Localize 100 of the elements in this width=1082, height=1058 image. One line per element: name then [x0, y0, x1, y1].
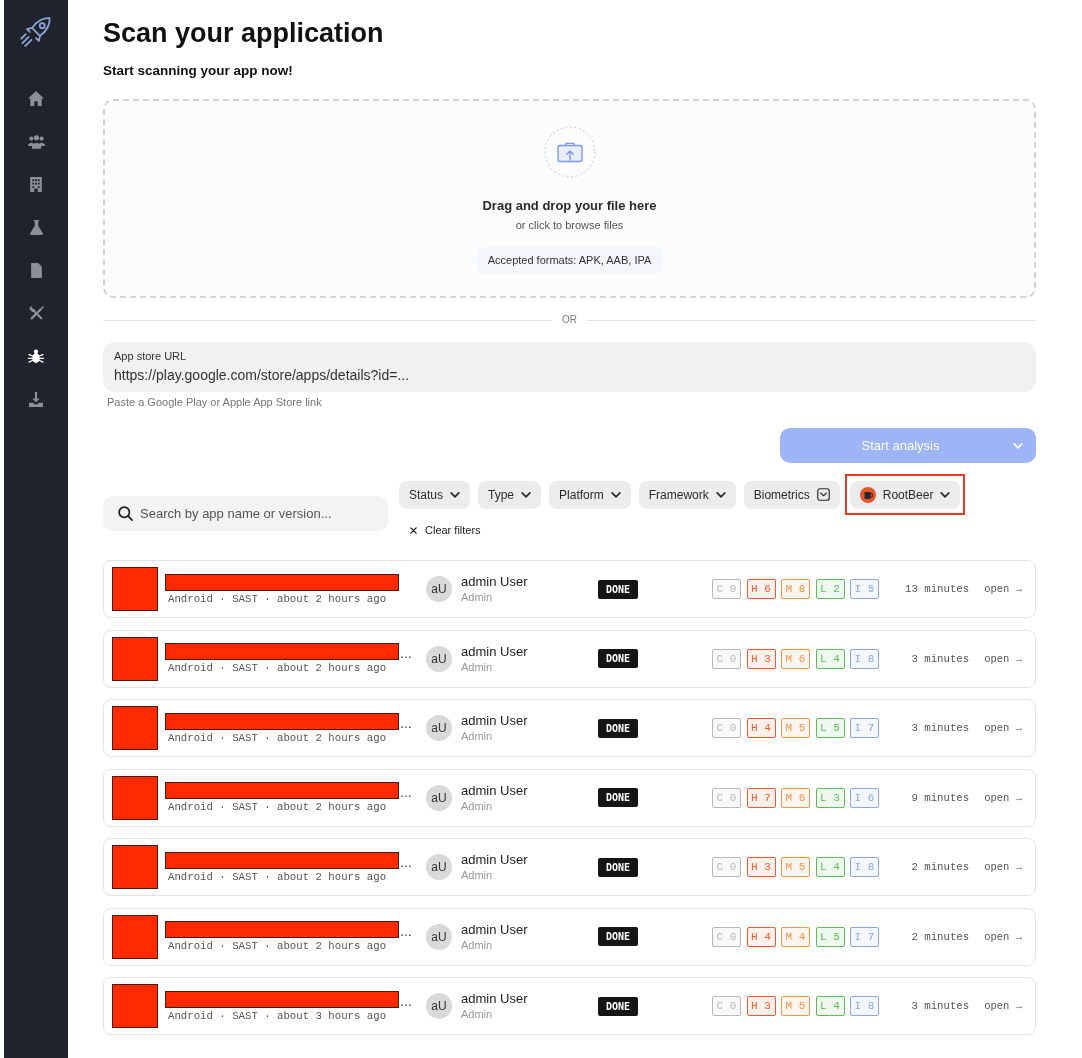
scan-duration: 3 minutes	[911, 1000, 970, 1012]
severity-badge: L 5	[815, 718, 845, 738]
scan-duration: 13 minutes	[905, 583, 970, 595]
flask-icon	[29, 220, 43, 235]
severity-badge: I 8	[850, 648, 879, 669]
accepted-formats-note: Accepted formats: APK, AAB, IPA	[476, 247, 663, 274]
filter-chip[interactable]: Biometrics	[743, 480, 840, 509]
severity-badge: I 6	[850, 787, 879, 808]
app-name-text: …	[400, 648, 412, 660]
filter-chip[interactable]: Platform	[549, 480, 631, 509]
open-link[interactable]: open →	[984, 652, 1022, 665]
severity-badge: H 3	[746, 648, 776, 669]
severity-badge: I 7	[850, 718, 879, 738]
logo-badge-icon	[859, 486, 876, 503]
user-name: admin User	[461, 643, 529, 660]
chevron-down-icon	[715, 491, 726, 498]
filter-chip[interactable]: Framework	[638, 480, 736, 509]
severity-badge: M 5	[781, 718, 810, 738]
user-avatar: aU	[426, 645, 452, 672]
user-avatar: aU	[426, 784, 452, 811]
redaction-block	[112, 845, 158, 889]
user-avatar: aU	[426, 715, 452, 741]
scan-meta: Android · SAST · about 3 hours ago	[167, 1008, 388, 1023]
severity-badge: L 4	[815, 996, 845, 1016]
open-link[interactable]: open →	[984, 1000, 1022, 1012]
scan-meta: Android · SAST · about 2 hours ago	[167, 661, 388, 675]
user-role: Admin	[461, 937, 494, 952]
file-dropzone[interactable]: Drag and drop your file here or click to browse files Accepted formats: APK, AAB, IPA	[103, 99, 1036, 298]
redaction-block	[112, 984, 158, 1028]
status-badge: DONE	[598, 788, 639, 807]
dropzone-subtitle: or click to browse files	[515, 218, 624, 233]
chevron-down-icon	[940, 491, 951, 498]
download-icon	[29, 392, 43, 407]
status-badge: DONE	[598, 857, 639, 877]
severity-badge: H 4	[746, 926, 776, 947]
user-role: Admin	[461, 868, 494, 882]
severity-badge: M 4	[781, 926, 810, 947]
user-avatar: aU	[426, 576, 452, 602]
scan-meta: Android · SAST · about 2 hours ago	[167, 800, 388, 814]
document-icon	[30, 263, 42, 278]
user-role: Admin	[461, 659, 494, 674]
severity-badge: M 5	[781, 996, 810, 1016]
scan-meta: Android · SAST · about 2 hours ago	[167, 939, 388, 953]
open-link[interactable]: open →	[984, 930, 1022, 943]
chevron-down-icon	[450, 491, 461, 498]
tools-icon	[28, 306, 44, 321]
severity-badge: H 6	[746, 579, 776, 599]
redaction-block	[112, 567, 158, 611]
app-name-text: …	[400, 995, 412, 1008]
user-name: admin User	[461, 782, 529, 799]
building-icon	[30, 177, 42, 192]
app-name-text: …	[400, 717, 412, 730]
user-name: admin User	[461, 852, 529, 868]
scan-duration: 2 minutes	[911, 930, 970, 943]
filter-chip[interactable]: RootBeer	[849, 480, 961, 509]
user-avatar: aU	[426, 854, 452, 880]
scan-duration: 3 minutes	[911, 722, 970, 734]
redaction-block	[112, 706, 158, 750]
severity-badge: M 5	[781, 857, 810, 877]
scan-meta: Android · SAST · about 2 hours ago	[167, 730, 388, 745]
severity-badge: M 6	[781, 787, 810, 808]
open-link[interactable]: open →	[984, 722, 1022, 734]
status-badge: DONE	[598, 649, 639, 668]
severity-badge: H 7	[746, 787, 776, 808]
scan-duration: 2 minutes	[911, 861, 970, 873]
field-hint: Paste a Google Play or Apple App Store link	[106, 395, 323, 409]
chevron-down-icon	[521, 491, 532, 498]
user-role: Admin	[461, 798, 494, 813]
severity-badge: I 7	[850, 926, 879, 947]
redaction-block	[112, 914, 158, 959]
filter-chip[interactable]: Type	[478, 480, 542, 509]
user-name: admin User	[461, 574, 529, 590]
chevron-down-icon	[610, 491, 621, 498]
user-avatar: aU	[426, 993, 452, 1019]
page-title: Scan your application	[103, 17, 385, 50]
clear-filters-button[interactable]: Clear filters	[399, 523, 481, 537]
severity-badge: L 5	[815, 926, 845, 947]
users-icon	[27, 134, 45, 149]
status-badge: DONE	[598, 718, 639, 738]
filter-chip[interactable]: Status	[399, 480, 471, 509]
open-link[interactable]: open →	[984, 791, 1022, 804]
open-link[interactable]: open →	[984, 861, 1022, 873]
redaction-block	[112, 775, 158, 820]
status-badge: DONE	[598, 579, 639, 599]
search-field[interactable]: Search by app name or version...	[103, 496, 388, 531]
rocket-logo-icon	[19, 16, 53, 50]
scan-meta: Android · SAST · about 2 hours ago	[167, 591, 388, 606]
redaction-block	[112, 636, 158, 681]
dropzone-title: Drag and drop your file here	[482, 197, 657, 215]
severity-badge: H 4	[746, 718, 776, 738]
user-name: admin User	[461, 991, 529, 1007]
bug-icon	[28, 349, 44, 364]
severity-badge: H 3	[746, 996, 776, 1016]
user-avatar: aU	[426, 923, 452, 950]
severity-badge: L 3	[815, 787, 845, 808]
upload-icon	[543, 126, 596, 178]
search-icon	[118, 506, 133, 521]
open-link[interactable]: open →	[984, 583, 1022, 595]
severity-badge: I 5	[850, 579, 879, 599]
user-role: Admin	[461, 729, 494, 743]
